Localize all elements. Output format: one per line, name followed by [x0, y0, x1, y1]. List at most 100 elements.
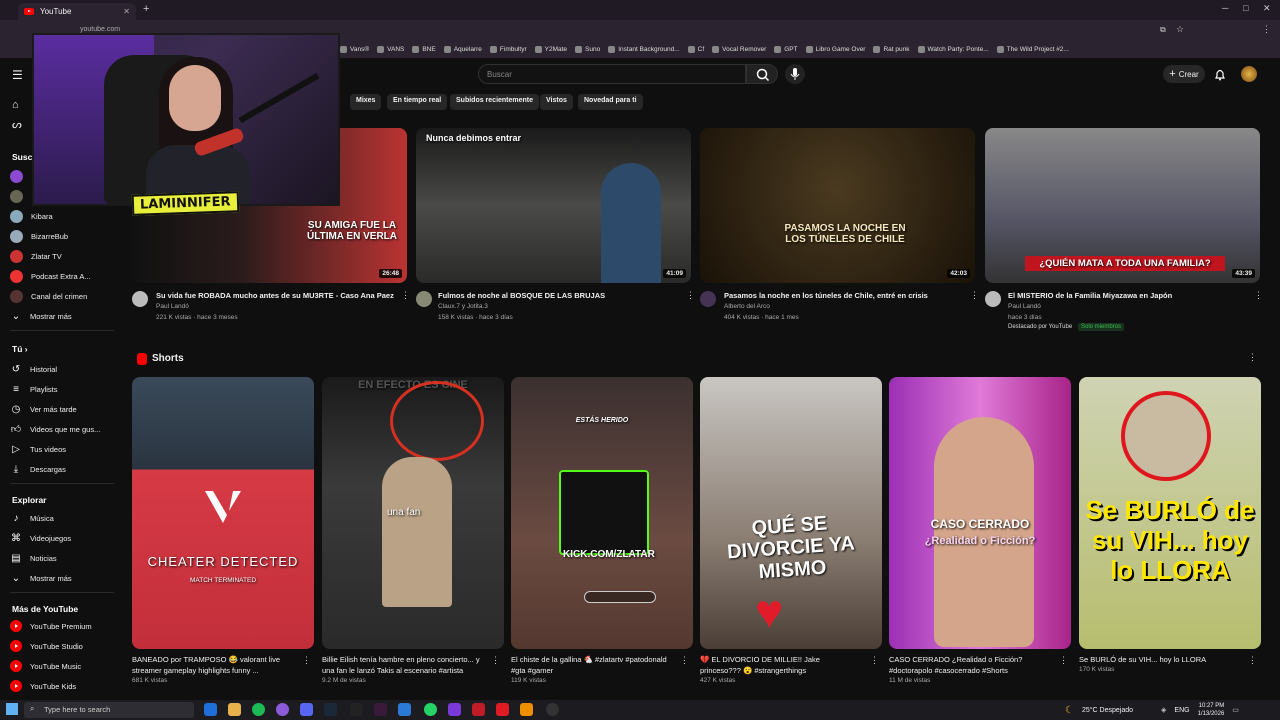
channel-avatar[interactable]: [132, 291, 148, 307]
short-title[interactable]: CASO CERRADO ¿Realidad o Ficción? #docto…: [889, 654, 1049, 676]
short-thumbnail[interactable]: ESTÁS HERIDO KICK.COM/ZLATAR: [511, 377, 693, 649]
epic-games-icon[interactable]: [350, 703, 363, 716]
short-title[interactable]: Se BURLÓ de su VIH... hoy lo LLORA: [1079, 654, 1239, 665]
steam-icon[interactable]: [324, 703, 337, 716]
file-explorer-icon[interactable]: [228, 703, 241, 716]
bookmark-item[interactable]: Vocal Remover: [712, 45, 766, 53]
bookmark-item[interactable]: BNE: [412, 45, 436, 53]
bookmark-item[interactable]: Instant Background...: [608, 45, 680, 53]
minimize-icon[interactable]: ─: [1222, 3, 1228, 13]
channel-name[interactable]: Paul Landó: [1008, 303, 1041, 310]
more-options-icon[interactable]: ⋮: [401, 291, 410, 300]
sidebar-item-kids[interactable]: YouTube Kids: [10, 680, 76, 692]
bookmark-item[interactable]: Rat punk: [873, 45, 910, 53]
bookmark-item[interactable]: Cf: [687, 45, 704, 53]
obs-icon[interactable]: [374, 703, 387, 716]
sidebar-item-liked[interactable]: 👍︎ Videos que me gus...: [10, 423, 101, 435]
channel-name[interactable]: Alberto del Arco: [724, 303, 770, 310]
extensions-icon[interactable]: ⧉: [1160, 25, 1166, 35]
home-icon[interactable]: ⌂: [12, 99, 19, 111]
app-icon[interactable]: [520, 703, 533, 716]
sidebar-item-history[interactable]: ↺ Historial: [10, 363, 57, 375]
more-options-icon[interactable]: ⋮: [680, 656, 689, 665]
subscription-bizarrebub[interactable]: BizarreBub: [10, 230, 68, 243]
app-icon[interactable]: [472, 703, 485, 716]
whatsapp-icon[interactable]: [424, 703, 437, 716]
more-options-icon[interactable]: ⋮: [870, 656, 879, 665]
show-more-explore[interactable]: ⌄ Mostrar más: [10, 572, 72, 584]
sidebar-item-watch-later[interactable]: ◷ Ver más tarde: [10, 403, 77, 415]
bookmark-item[interactable]: Vans®: [340, 45, 369, 53]
short-thumbnail[interactable]: EN EFECTO ES CINE una fan: [322, 377, 504, 649]
short-title[interactable]: 💔 EL DIVORCIO DE MILLIE!! Jake princeso?…: [700, 654, 860, 676]
bookmark-item[interactable]: Watch Party: Ponte...: [917, 45, 989, 53]
subscription-1[interactable]: [10, 170, 23, 183]
close-tab-icon[interactable]: ✕: [123, 7, 130, 16]
app-icon[interactable]: [546, 703, 559, 716]
shorts-icon[interactable]: ᔕ: [12, 118, 22, 131]
video-thumbnail[interactable]: ¿QUIÉN MATA A TODA UNA FAMILIA? 43:39: [985, 128, 1260, 283]
discord-icon[interactable]: [300, 703, 313, 716]
video-title[interactable]: El MISTERIO de la Familia Miyazawa en Ja…: [1008, 291, 1248, 300]
shorts-more-options-icon[interactable]: ⋮: [1248, 353, 1257, 362]
more-options-icon[interactable]: ⋮: [1248, 656, 1257, 665]
maximize-icon[interactable]: □: [1243, 3, 1248, 13]
more-options-icon[interactable]: ⋮: [970, 291, 979, 300]
subscription-kibara[interactable]: Kibara: [10, 210, 53, 223]
channel-avatar[interactable]: [700, 291, 716, 307]
sidebar-item-your-videos[interactable]: ▷ Tus videos: [10, 443, 66, 455]
short-thumbnail[interactable]: QUÉ SE DIVORCIE YA MISMO ♥: [700, 377, 882, 649]
sidebar-item-music[interactable]: ♪ Música: [10, 512, 54, 524]
bookmark-item[interactable]: Libro Game Over: [805, 45, 865, 53]
browser-icon[interactable]: [276, 703, 289, 716]
more-options-icon[interactable]: ⋮: [1254, 291, 1263, 300]
windows-start-icon[interactable]: [6, 703, 18, 715]
sidebar-item-playlists[interactable]: ≡ Playlists: [10, 383, 57, 395]
short-title[interactable]: Billie Eilish tenía hambre en pleno conc…: [322, 654, 482, 676]
search-input[interactable]: Buscar: [478, 64, 746, 84]
create-button[interactable]: + Crear: [1163, 65, 1205, 83]
browser-menu-icon[interactable]: ⋮: [1262, 24, 1271, 35]
sidebar-item-music-app[interactable]: YouTube Music: [10, 660, 81, 672]
taskbar-search-input[interactable]: ⌕ Type here to search: [24, 702, 194, 718]
bookmark-item[interactable]: Aquelarre: [443, 45, 482, 53]
video-title[interactable]: Fulmos de noche al BOSQUE DE LAS BRUJAS: [438, 291, 678, 300]
show-more-subscriptions[interactable]: ⌄ Mostrar más: [10, 310, 72, 322]
sidebar-item-studio[interactable]: YouTube Studio: [10, 640, 83, 652]
video-thumbnail[interactable]: PASAMOS LA NOCHE EN LOS TÚNELES DE CHILE…: [700, 128, 975, 283]
more-options-icon[interactable]: ⋮: [491, 656, 500, 665]
weather-text[interactable]: 25°C Despejado: [1082, 707, 1133, 714]
subscription-2[interactable]: [10, 190, 23, 203]
browser-tab[interactable]: YouTube ✕: [18, 3, 136, 20]
new-tab-icon[interactable]: +: [143, 3, 149, 15]
you-heading[interactable]: Tú ›: [12, 344, 28, 354]
user-avatar[interactable]: [1241, 66, 1257, 82]
bookmark-star-icon[interactable]: ☆: [1176, 24, 1184, 35]
chip-new[interactable]: Novedad para ti: [578, 94, 643, 110]
voice-search-button[interactable]: [785, 64, 805, 84]
clock[interactable]: 10:27 PM 1/13/2026: [1198, 702, 1225, 718]
search-button[interactable]: [746, 64, 778, 84]
subscription-crimen[interactable]: Canal del crimen: [10, 290, 87, 303]
sidebar-item-downloads[interactable]: ⤓ Descargas: [10, 463, 66, 475]
menu-hamburger-icon[interactable]: ☰: [12, 68, 23, 82]
chip-recent[interactable]: Subidos recientemente: [450, 94, 540, 110]
subscription-podcast[interactable]: Podcast Extra A...: [10, 270, 91, 283]
short-thumbnail[interactable]: CHEATER DETECTED MATCH TERMINATED: [132, 377, 314, 649]
language-indicator[interactable]: ENG: [1174, 707, 1189, 714]
close-window-icon[interactable]: ✕: [1263, 3, 1271, 14]
short-title[interactable]: BANEADO por TRAMPOSO 😂 valorant live str…: [132, 654, 292, 676]
chip-watched[interactable]: Vistos: [540, 94, 573, 110]
chip-mixes[interactable]: Mixes: [350, 94, 382, 110]
sidebar-item-gaming[interactable]: ⌘ Videojuegos: [10, 532, 71, 544]
channel-name[interactable]: Paul Landó: [156, 303, 189, 310]
short-thumbnail[interactable]: Se BURLÓ de su VIH... hoy lo LLORA: [1079, 377, 1261, 649]
network-icon[interactable]: ◈: [1161, 706, 1166, 714]
more-options-icon[interactable]: ⋮: [302, 656, 311, 665]
bookmark-item[interactable]: VANS: [377, 45, 404, 53]
channel-avatar[interactable]: [416, 291, 432, 307]
sidebar-item-news[interactable]: ▤ Noticias: [10, 552, 56, 564]
channel-avatar[interactable]: [985, 291, 1001, 307]
notifications-bell-icon[interactable]: [1213, 67, 1227, 81]
video-title[interactable]: Su vida fue ROBADA mucho antes de su MU3…: [156, 291, 396, 300]
